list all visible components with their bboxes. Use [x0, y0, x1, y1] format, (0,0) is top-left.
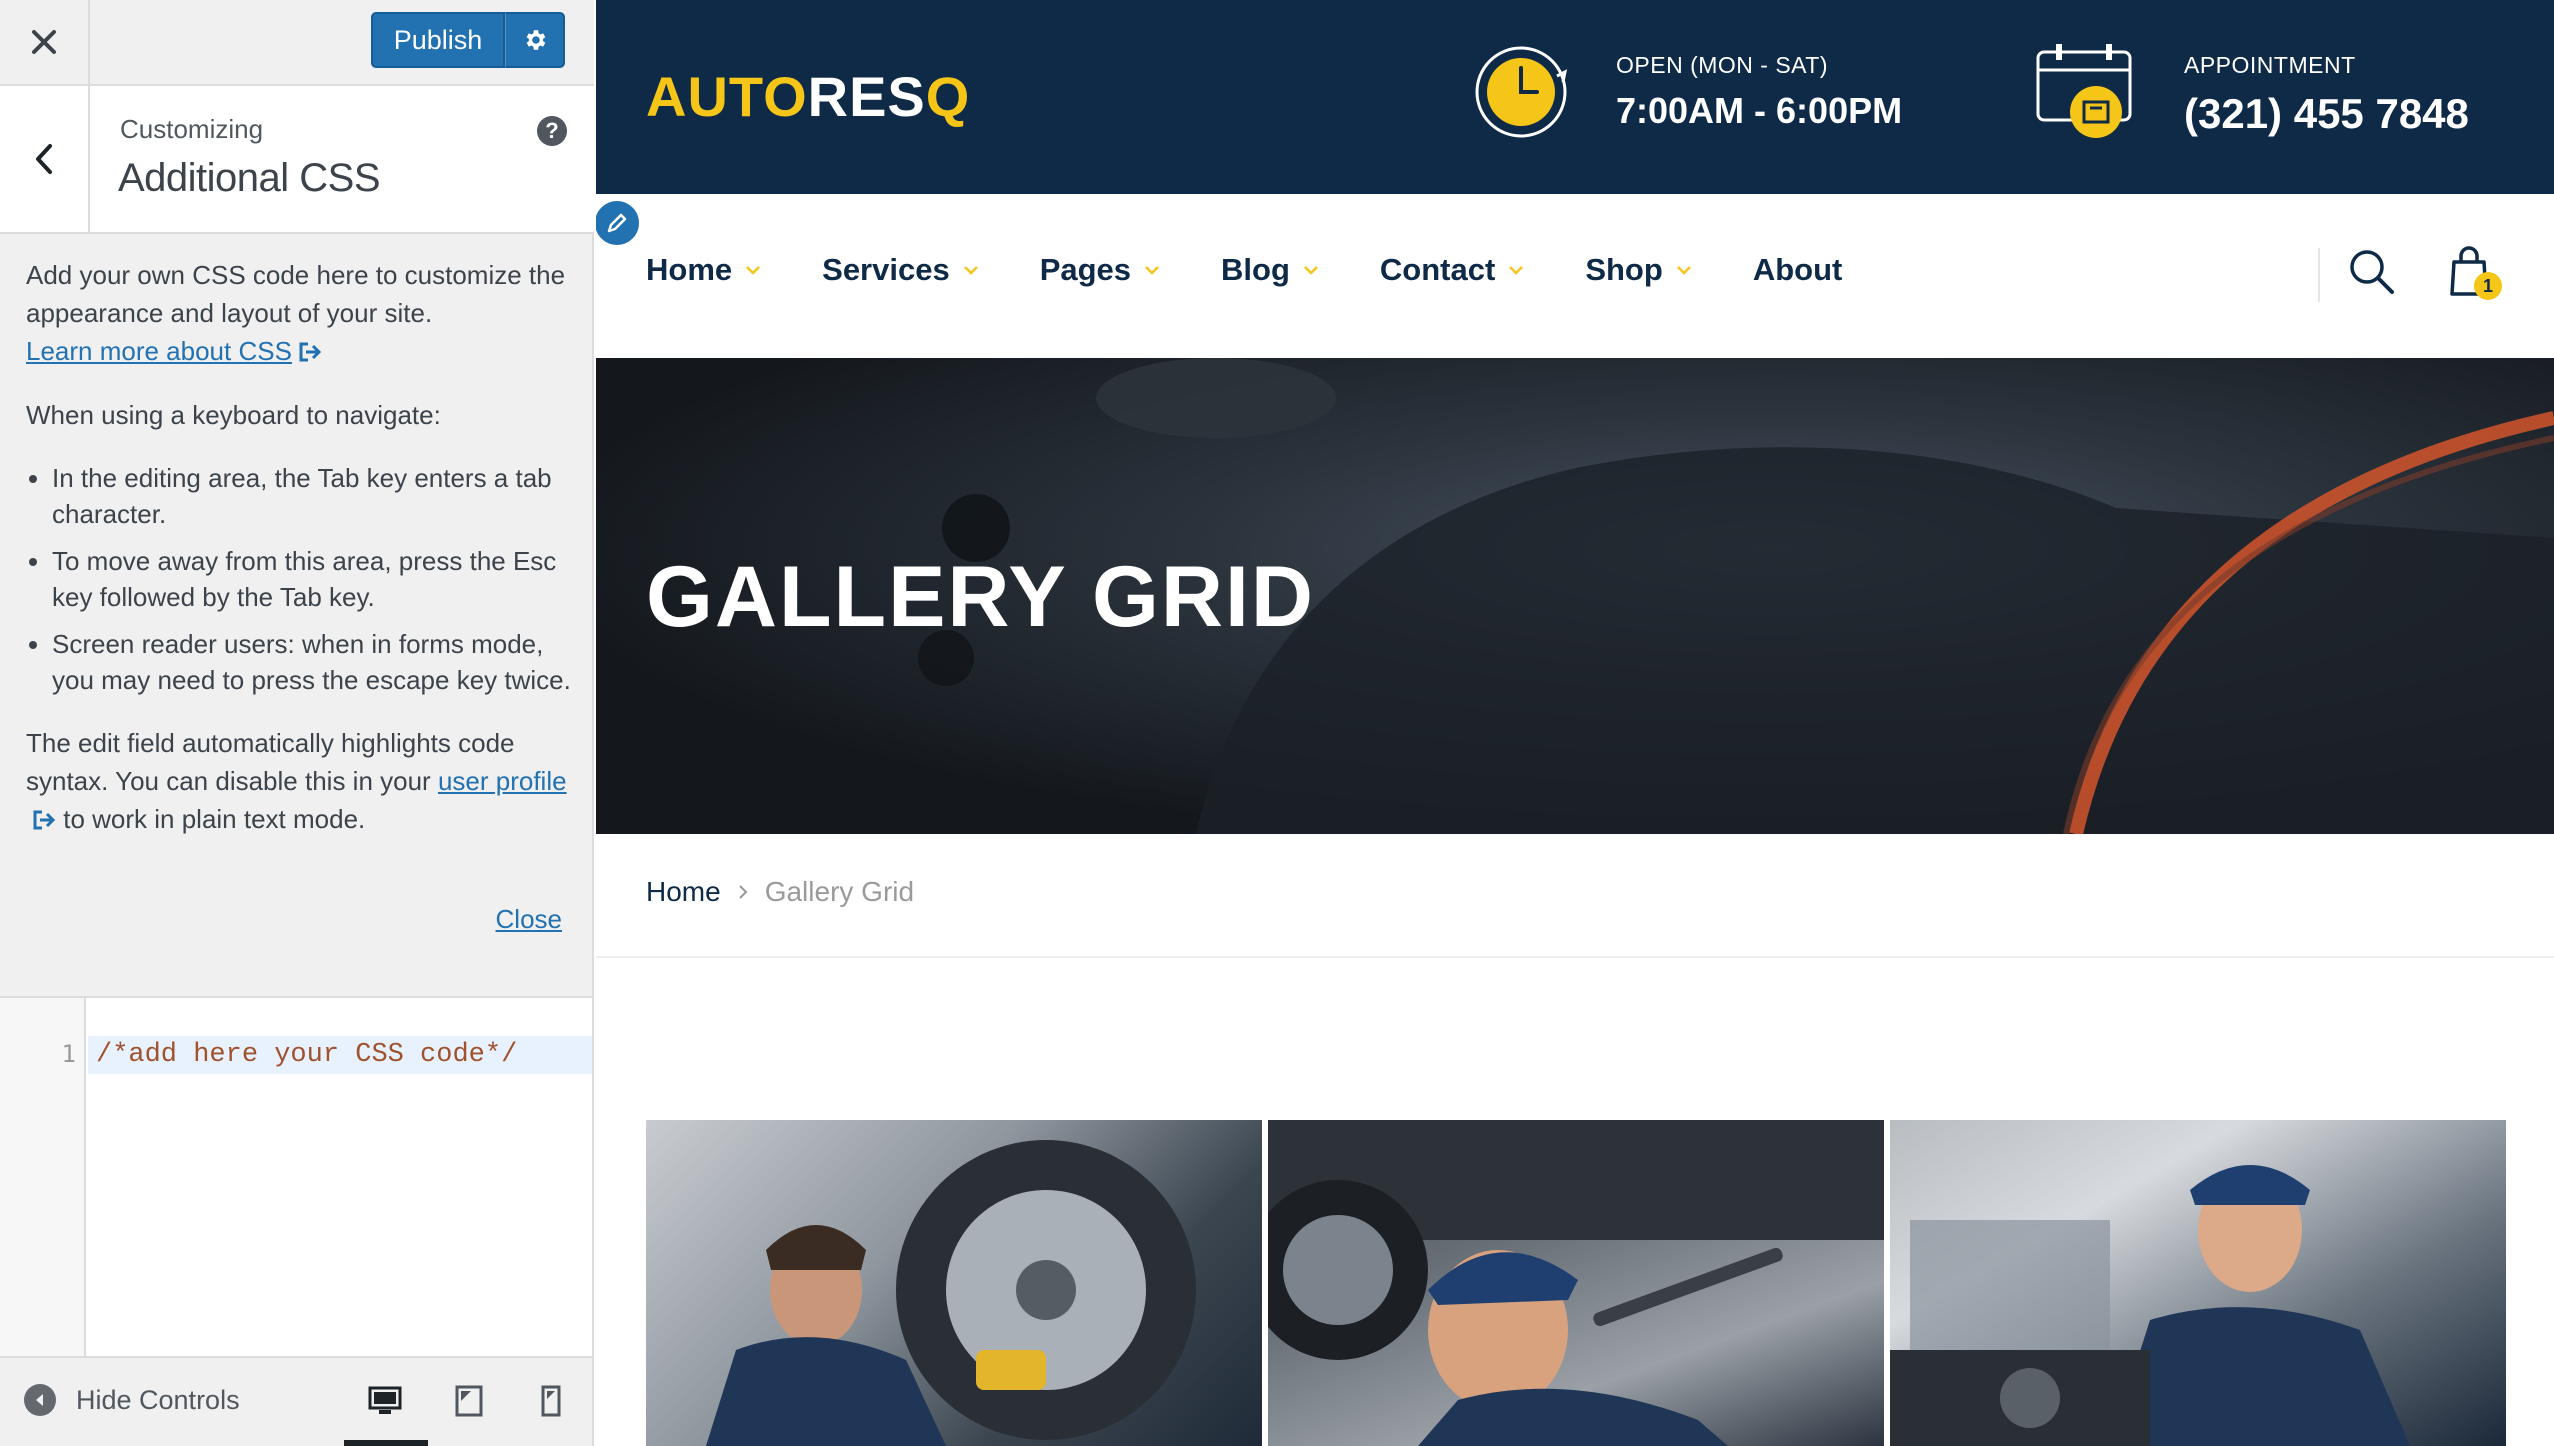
- hide-controls-label: Hide Controls: [76, 1384, 240, 1415]
- preview-desktop-button[interactable]: [360, 1376, 410, 1426]
- close-icon: [32, 30, 56, 54]
- intro-text: Add your own CSS code here to customize …: [26, 260, 566, 328]
- page-hero: GALLERY GRID: [596, 358, 2554, 834]
- site-topbar: AUTORESQ OPEN (MON - SAT) 7:00AM - 6:00P…: [596, 0, 2554, 194]
- preview-mobile-button[interactable]: [526, 1376, 576, 1426]
- chevron-down-icon: [963, 266, 978, 275]
- page-title: GALLERY GRID: [646, 549, 1316, 645]
- customizer-header: Publish: [0, 0, 594, 86]
- list-item: In the editing area, the Tab key enters …: [52, 460, 574, 532]
- nav-label: Pages: [1039, 252, 1132, 287]
- gallery-image-smiling-mechanic[interactable]: [1890, 1120, 2506, 1446]
- close-description-link[interactable]: Close: [496, 904, 562, 935]
- nav-label: Services: [822, 252, 950, 287]
- learn-more-text: Learn more about CSS: [26, 336, 292, 366]
- publish-group: Publish: [371, 12, 565, 68]
- breadcrumb-divider: [596, 956, 2554, 958]
- cart-count-badge: 1: [2474, 272, 2502, 300]
- css-description: Add your own CSS code here to customize …: [26, 256, 574, 864]
- smiling-mechanic-photo: [1890, 1165, 2410, 1446]
- site-preview: AUTORESQ OPEN (MON - SAT) 7:00AM - 6:00P…: [596, 0, 2554, 1446]
- customizer-footer: Hide Controls: [0, 1356, 592, 1446]
- customizing-label: Customizing: [120, 114, 264, 144]
- section-title-bar: Customizing Additional CSS ?: [0, 86, 594, 234]
- user-profile-link[interactable]: user profile: [438, 766, 567, 796]
- mechanic-tire-photo: [706, 1140, 1196, 1446]
- nav-item-blog[interactable]: Blog: [1221, 252, 1320, 288]
- list-item: To move away from this area, press the E…: [52, 543, 574, 615]
- nav-item-home[interactable]: Home: [646, 252, 762, 288]
- appointment-label: APPOINTMENT: [2184, 52, 2356, 78]
- logo-part-auto: AUTO: [646, 65, 808, 128]
- section-name: Additional CSS: [118, 156, 381, 200]
- nav-label: Home: [646, 252, 733, 287]
- logo-part-q: Q: [925, 65, 971, 128]
- nav-divider: [2318, 248, 2320, 302]
- editor-gutter: 1: [0, 998, 86, 1358]
- logo-part-res: RES: [807, 65, 926, 128]
- learn-more-css-link[interactable]: Learn more about CSS: [26, 336, 292, 366]
- customizer-sidebar: Publish Customizing Additional CSS ? Add…: [0, 0, 594, 1446]
- chevron-down-icon: [1304, 266, 1318, 275]
- line-number: 1: [61, 1040, 76, 1068]
- gallery-image-mechanic-under-car[interactable]: [1268, 1120, 1884, 1446]
- main-navigation: Home Services Pages Blog Contact Shop Ab…: [596, 194, 2554, 358]
- appointment-phone[interactable]: (321) 455 7848: [2184, 90, 2469, 138]
- syntax-note: The edit field automatically highlights …: [26, 724, 574, 838]
- hours-label: OPEN (MON - SAT): [1616, 52, 1829, 78]
- publish-button[interactable]: Publish: [371, 12, 505, 68]
- css-code-editor[interactable]: 1 /*add here your CSS code*/: [0, 996, 592, 1358]
- nav-label: Shop: [1585, 252, 1663, 287]
- desktop-icon: [368, 1386, 402, 1414]
- nav-label: About: [1752, 252, 1843, 287]
- gear-icon: [526, 30, 545, 50]
- nav-item-about[interactable]: About: [1753, 252, 1843, 288]
- nav-menu: Home Services Pages Blog Contact Shop Ab…: [646, 252, 1902, 288]
- mobile-icon: [541, 1385, 561, 1417]
- nav-item-services[interactable]: Services: [822, 252, 980, 288]
- external-link-icon: [33, 810, 56, 830]
- preview-tablet-button[interactable]: [444, 1376, 494, 1426]
- chevron-down-icon: [746, 266, 761, 275]
- description-intro: Add your own CSS code here to customize …: [26, 256, 574, 370]
- search-icon[interactable]: [2346, 246, 2398, 298]
- clock-icon: [1475, 46, 1568, 138]
- chevron-down-icon: [1509, 266, 1524, 275]
- chevron-down-icon: [1145, 266, 1159, 275]
- nav-item-shop[interactable]: Shop: [1585, 252, 1693, 288]
- breadcrumb-home-link[interactable]: Home: [646, 876, 721, 908]
- mechanic-under-car-photo: [1268, 1120, 1884, 1446]
- nav-item-pages[interactable]: Pages: [1040, 252, 1161, 288]
- chevron-left-icon: [36, 144, 52, 174]
- gallery-image-mechanic-tire[interactable]: [646, 1120, 1262, 1446]
- back-button[interactable]: [0, 86, 90, 232]
- help-button[interactable]: ?: [537, 116, 567, 146]
- collapse-arrow-icon: [24, 1384, 56, 1416]
- pencil-icon: [607, 213, 627, 233]
- site-logo[interactable]: AUTORESQ: [646, 64, 970, 129]
- hours-value: 7:00AM - 6:00PM: [1616, 90, 1903, 131]
- syntax-note-after: to work in plain text mode.: [56, 804, 366, 834]
- nav-label: Blog: [1221, 252, 1290, 287]
- calendar-icon: [2036, 44, 2132, 138]
- keyboard-heading: When using a keyboard to navigate:: [26, 400, 441, 430]
- external-link-icon: [299, 342, 322, 362]
- user-profile-text: user profile: [437, 766, 567, 796]
- chevron-right-icon: [738, 885, 748, 899]
- close-customizer-button[interactable]: [0, 0, 90, 84]
- list-item: Screen reader users: when in forms mode,…: [52, 626, 574, 698]
- breadcrumb: Home Gallery Grid: [646, 876, 914, 908]
- code-line[interactable]: /*add here your CSS code*/: [96, 1040, 517, 1070]
- chevron-down-icon: [1676, 266, 1691, 275]
- hide-controls-button[interactable]: Hide Controls: [24, 1384, 240, 1416]
- breadcrumb-current: Gallery Grid: [764, 876, 915, 907]
- keyboard-tips-list: In the editing area, the Tab key enters …: [52, 460, 574, 698]
- nav-label: Contact: [1379, 252, 1496, 287]
- active-device-indicator: [344, 1440, 428, 1446]
- publish-settings-button[interactable]: [505, 12, 565, 68]
- tablet-icon: [455, 1385, 483, 1417]
- nav-item-contact[interactable]: Contact: [1380, 252, 1525, 288]
